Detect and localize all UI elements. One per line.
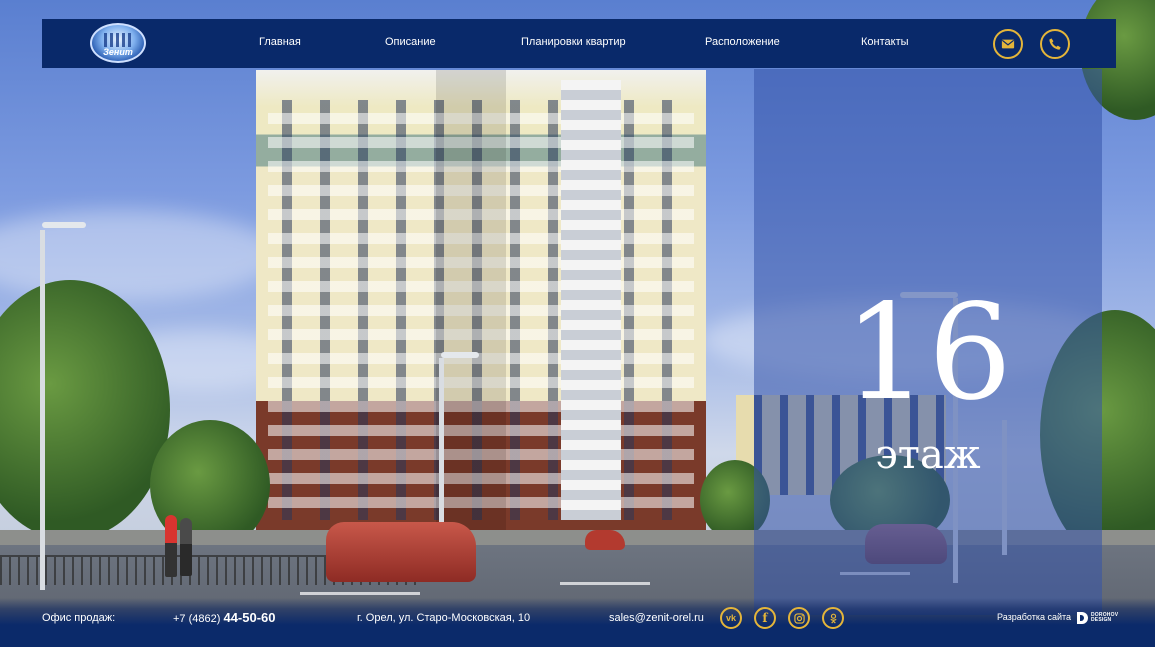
developer-logo-text: DOROHOV DESIGN — [1091, 613, 1118, 623]
road-marking — [300, 592, 420, 595]
footer-bar: Офис продаж: +7 (4862) 44-50-60 г. Орел,… — [0, 598, 1155, 647]
nav-item-home[interactable]: Главная — [259, 36, 301, 48]
developer-logo[interactable]: DOROHOV DESIGN — [1077, 611, 1123, 625]
nav-item-description[interactable]: Описание — [385, 36, 436, 48]
nav-item-contacts[interactable]: Контакты — [861, 36, 909, 48]
phone-number[interactable]: +7 (4862) 44-50-60 — [173, 610, 276, 625]
vk-button[interactable]: vk — [720, 607, 742, 629]
odnoklassniki-icon — [829, 613, 837, 624]
road-marking — [560, 582, 650, 585]
mail-icon — [1001, 39, 1015, 49]
phone-main: 44-50-60 — [223, 610, 276, 625]
street-lamp — [439, 358, 444, 528]
pedestrian — [180, 518, 192, 576]
developer-logo-mark — [1077, 612, 1088, 624]
email-link[interactable]: sales@zenit-orel.ru — [609, 612, 704, 624]
sales-office-label: Офис продаж: — [42, 612, 116, 624]
street-lamp-head — [42, 222, 86, 228]
developer-label: Разработка сайта — [997, 612, 1072, 622]
nav-item-location[interactable]: Расположение — [705, 36, 780, 48]
floor-label: этаж — [875, 432, 981, 478]
instagram-button[interactable] — [788, 607, 810, 629]
facebook-button[interactable]: f — [754, 607, 776, 629]
odnoklassniki-button[interactable] — [822, 607, 844, 629]
developer-name-2: DESIGN — [1091, 617, 1112, 623]
car — [326, 522, 476, 582]
phone-icon — [1049, 38, 1061, 50]
floor-number: 16 — [844, 276, 1012, 430]
phone-button[interactable] — [1040, 29, 1070, 59]
pedestrian — [165, 515, 177, 577]
street-lamp-head — [441, 352, 479, 358]
floor-overlay-panel: 16 этаж — [754, 69, 1102, 615]
main-menu: Главная Описание Планировки квартир Расп… — [42, 19, 1116, 68]
facebook-icon: f — [762, 611, 768, 625]
street-lamp — [40, 230, 45, 590]
top-navigation-bar: Зенит Главная Описание Планировки кварти… — [42, 19, 1116, 68]
residential-tower — [256, 70, 706, 530]
phone-prefix: +7 (4862) — [173, 613, 221, 625]
car — [585, 530, 625, 550]
office-address: г. Орел, ул. Старо-Московская, 10 — [357, 612, 531, 624]
vk-icon: vk — [725, 613, 736, 623]
instagram-icon — [793, 612, 805, 624]
mail-button[interactable] — [993, 29, 1023, 59]
nav-item-floor-plans[interactable]: Планировки квартир — [521, 36, 626, 48]
